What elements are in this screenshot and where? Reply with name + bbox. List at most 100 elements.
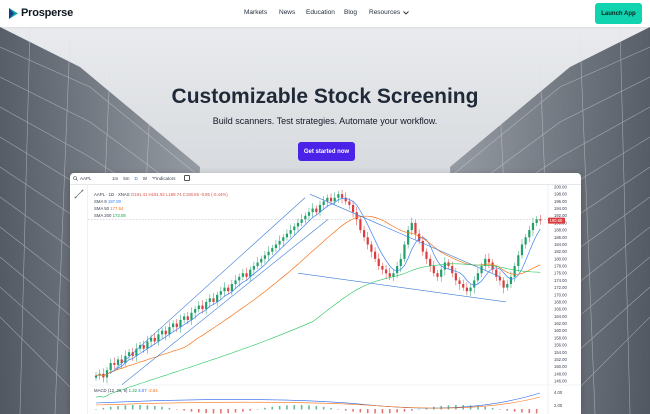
candle-body <box>429 258 432 267</box>
macd-bar <box>256 408 259 410</box>
candle-body <box>520 244 524 256</box>
candle-body <box>300 219 303 223</box>
candle-body <box>421 240 424 252</box>
candle-body <box>370 244 373 252</box>
legend-sma200-label: SMA 200 <box>94 213 112 218</box>
candle-body <box>260 258 263 263</box>
macd-bar <box>337 409 340 410</box>
brand-logo[interactable]: Prosperse <box>9 7 73 19</box>
macd-value-2: 4.07 <box>138 388 147 393</box>
hero-title: Customizable Stock Screening <box>171 85 479 108</box>
candle-body <box>502 280 505 288</box>
candle-body <box>278 240 281 245</box>
candle-body <box>513 266 516 277</box>
candle-body <box>414 222 417 234</box>
candle-body <box>440 269 443 277</box>
macd-bar <box>242 409 244 412</box>
candle-body <box>322 201 325 205</box>
candle-body <box>216 294 219 302</box>
nav-link-markets[interactable]: Markets <box>244 9 267 16</box>
candle-body <box>484 258 487 267</box>
get-started-button[interactable]: Get started now <box>298 142 355 161</box>
macd-bar <box>271 406 274 410</box>
price-tick-label: 162.00 <box>554 321 567 326</box>
candle-body <box>285 233 289 238</box>
macd-bar <box>499 409 501 410</box>
candle-body <box>399 258 402 267</box>
price-tick-label: 176.00 <box>554 271 567 276</box>
candle-body <box>469 287 472 292</box>
nav-link-resources[interactable]: Resources <box>369 9 409 16</box>
candle-body <box>197 305 200 310</box>
macd-bar <box>359 409 362 413</box>
candle-body <box>304 215 307 220</box>
candle-body <box>509 276 513 284</box>
candle-body <box>194 309 197 313</box>
launch-app-button[interactable]: Launch App <box>595 3 642 24</box>
macd-bar <box>117 405 119 410</box>
candle-body <box>160 330 164 335</box>
macd-label: MACD (12, 26, 9) <box>94 388 128 393</box>
macd-bar <box>161 406 163 410</box>
candle-body <box>410 222 413 231</box>
chart-widget: AAPL 1m 5m D W Indicators 200.00 198.00 19… <box>70 173 581 414</box>
macd-bar <box>418 408 420 410</box>
candle-body <box>109 363 112 371</box>
channel-lower <box>121 219 329 385</box>
macd-bar <box>124 405 127 410</box>
price-tick-label: 180.00 <box>554 256 567 261</box>
macd-bar <box>198 409 200 413</box>
macd-bar <box>403 409 406 412</box>
candle-body <box>271 248 274 252</box>
macd-legend: MACD (12, 26, 9) 1.32 4.07 -2.84 <box>94 388 158 393</box>
price-tick-label: 184.00 <box>554 242 567 247</box>
macd-value-1: 1.32 <box>128 388 138 393</box>
legend-title: AAPL · 1D · XNAS <box>94 192 130 197</box>
macd-bar <box>447 405 450 410</box>
nav-link-education[interactable]: Education <box>306 9 335 16</box>
macd-bar <box>521 409 523 413</box>
candle-body <box>377 258 380 267</box>
candle-body <box>465 287 468 292</box>
price-tick-label: 156.00 <box>554 343 567 348</box>
candle-body <box>355 212 358 220</box>
candle-body <box>172 323 175 328</box>
macd-signal-line <box>95 396 541 409</box>
candle-body <box>212 298 215 302</box>
price-tick-label: 172.00 <box>554 285 567 290</box>
macd-bar <box>95 409 97 410</box>
macd-bar <box>183 409 185 411</box>
price-tick-label: 170.00 <box>554 292 567 297</box>
candle-body <box>179 319 182 328</box>
candle-body <box>340 194 344 198</box>
candle-body <box>267 251 270 256</box>
candle-body <box>373 251 377 259</box>
candle-body <box>517 255 520 267</box>
macd-bar <box>352 409 354 412</box>
nav-link-news[interactable]: News <box>279 9 295 16</box>
candle-body <box>487 258 491 263</box>
candle-body <box>230 284 233 292</box>
candle-body <box>186 316 189 320</box>
legend-sma50: SMA 50 177.64 <box>94 205 228 212</box>
price-tick-label: 196.00 <box>554 199 567 204</box>
macd-bar <box>227 409 229 414</box>
nav-link-blog[interactable]: Blog <box>344 9 357 16</box>
candle-body <box>274 244 278 249</box>
candle-body <box>473 280 476 288</box>
price-tick-label: 194.00 <box>554 206 567 211</box>
price-tick-label: 150.00 <box>554 364 567 369</box>
macd-bar <box>374 409 376 414</box>
price-tick-label: 148.00 <box>554 371 567 376</box>
candle-body <box>480 266 483 274</box>
macd-bar <box>234 409 237 413</box>
candle-body <box>535 219 538 223</box>
macd-line <box>95 392 541 409</box>
macd-bar <box>300 405 303 410</box>
candle-body <box>146 341 149 349</box>
candle-body <box>333 197 336 202</box>
candle-body <box>396 266 399 274</box>
macd-bar <box>322 406 325 410</box>
candle-body <box>436 273 439 277</box>
legend-sma9-value: 187.80 <box>107 199 122 204</box>
